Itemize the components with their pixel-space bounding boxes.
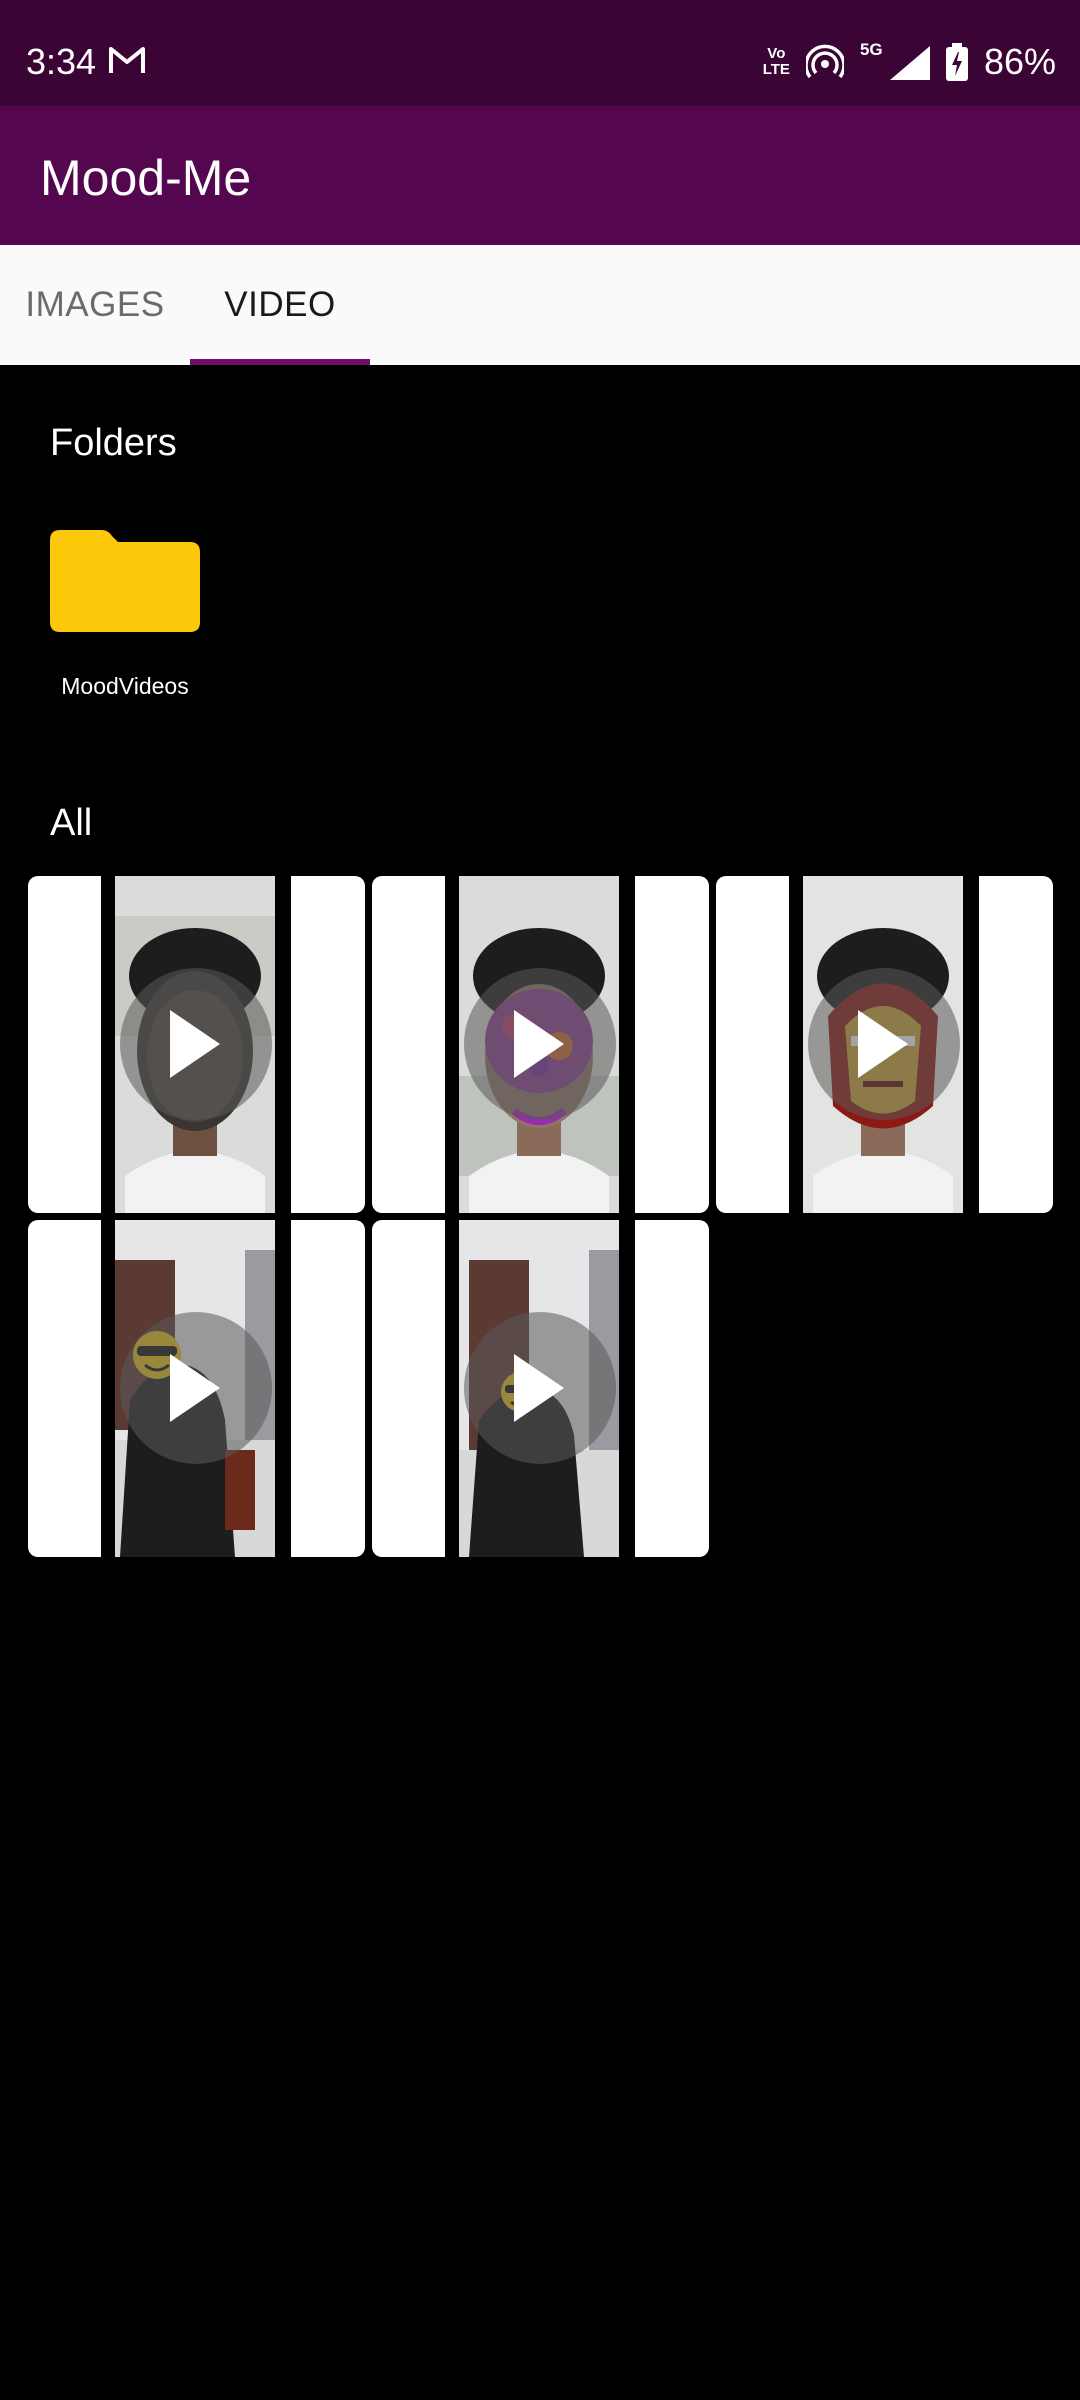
play-icon	[514, 1010, 564, 1078]
status-time: 3:34	[26, 41, 97, 82]
all-heading: All	[50, 802, 93, 844]
video-thumbnail[interactable]	[28, 876, 365, 1213]
play-icon	[858, 1010, 908, 1078]
hotspot-icon	[805, 44, 844, 79]
tab-indicator	[190, 359, 370, 365]
folder-label: MoodVideos	[61, 673, 189, 699]
folders-heading: Folders	[50, 422, 177, 464]
signal-icon: 5G	[860, 40, 930, 84]
play-icon	[170, 1354, 220, 1422]
play-button[interactable]	[464, 968, 616, 1120]
video-thumbnail[interactable]	[372, 1220, 709, 1557]
video-thumbnail[interactable]	[372, 876, 709, 1213]
volte-icon: Vo LTE	[762, 45, 790, 78]
app-title: Mood-Me	[40, 150, 252, 206]
video-thumbnail[interactable]	[716, 876, 1053, 1213]
folder-icon	[50, 530, 200, 632]
tab-images[interactable]: IMAGES	[0, 245, 190, 365]
play-button[interactable]	[464, 1312, 616, 1464]
folder-item-moodvideos[interactable]: MoodVideos	[50, 530, 200, 730]
app-bar: Mood-Me	[0, 106, 1080, 245]
status-bar: 3:34 Vo LTE 5G 86%	[0, 0, 1080, 106]
status-icons: Vo LTE 5G 86%	[763, 38, 1056, 86]
battery-icon	[945, 43, 968, 81]
tab-bar: IMAGES VIDEO	[0, 245, 1080, 365]
play-button[interactable]	[808, 968, 960, 1120]
play-icon	[170, 1010, 220, 1078]
tab-video[interactable]: VIDEO	[190, 245, 370, 365]
play-button[interactable]	[120, 968, 272, 1120]
play-button[interactable]	[120, 1312, 272, 1464]
gmail-icon	[109, 47, 145, 73]
play-icon	[514, 1354, 564, 1422]
video-thumbnail[interactable]	[28, 1220, 365, 1557]
battery-level: 86%	[983, 41, 1056, 82]
